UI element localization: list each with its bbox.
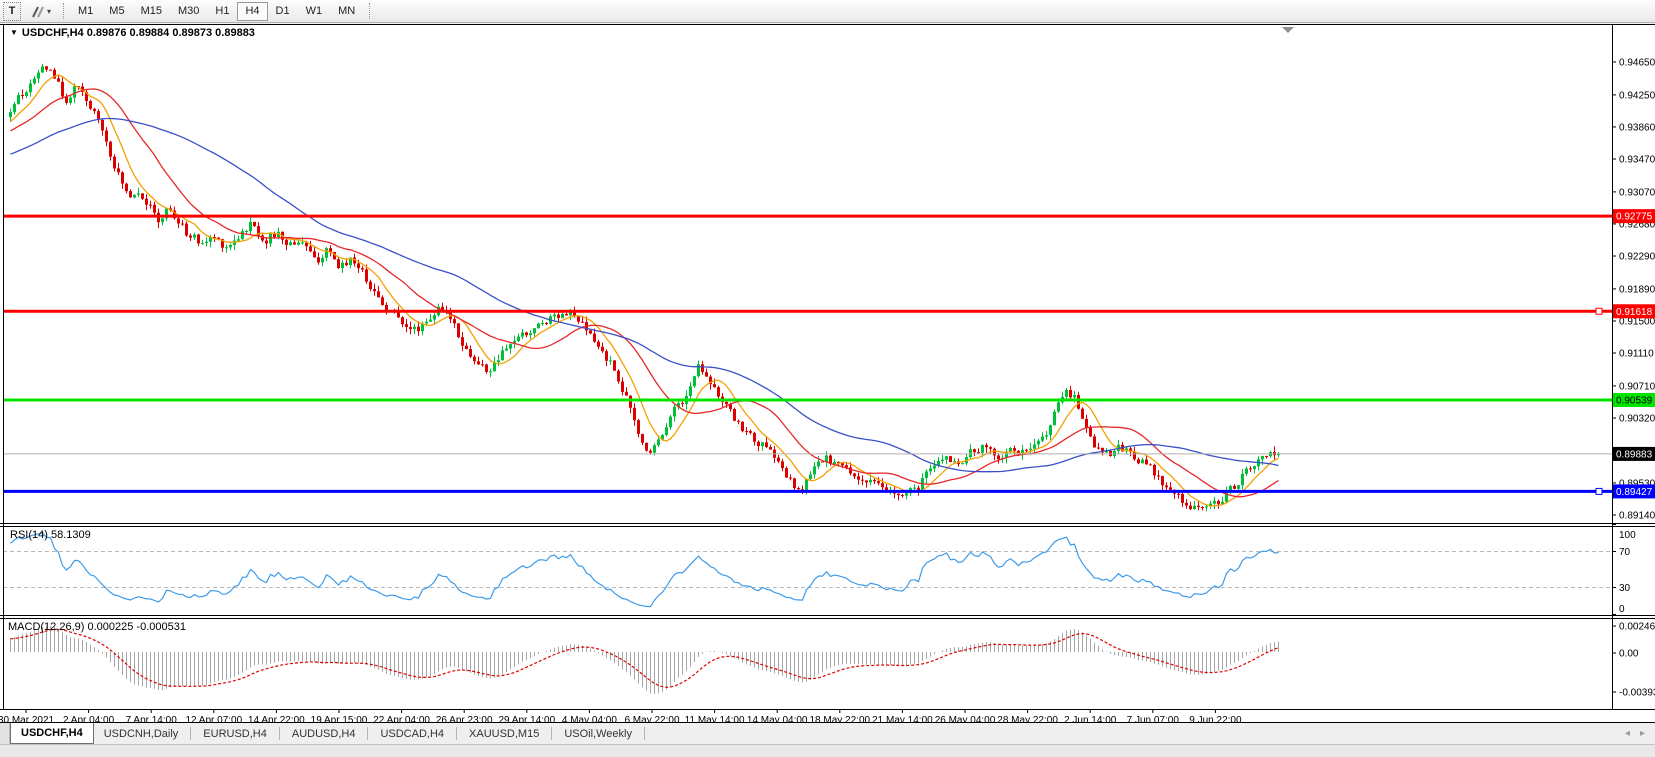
svg-text:0.90320: 0.90320 [1619,413,1655,424]
tab-usdcnh-daily[interactable]: USDCNH,Daily [94,723,189,744]
tab-xauusd-m15[interactable]: XAUUSD,M15 [459,723,549,744]
status-bar [0,744,1655,757]
svg-text:0.90710: 0.90710 [1619,381,1655,392]
tab-separator [367,727,369,740]
svg-text:0: 0 [1619,604,1625,615]
svg-text:0.92775: 0.92775 [1616,212,1653,223]
svg-text:0.89427: 0.89427 [1616,487,1653,498]
svg-text:0.89140: 0.89140 [1619,511,1655,522]
svg-text:100: 100 [1619,530,1636,541]
tab-eurusd-h4[interactable]: EURUSD,H4 [193,723,277,744]
svg-text:0.002465: 0.002465 [1619,622,1655,633]
chart-title-text: USDCHF,H4 0.89876 0.89884 0.89873 0.8988… [21,27,255,39]
tab-usdchf-h4[interactable]: USDCHF,H4 [10,723,94,744]
hline-marker [1595,307,1603,315]
svg-text:0.94250: 0.94250 [1619,90,1655,101]
svg-text:0.94650: 0.94650 [1619,57,1655,68]
svg-text:0.89883: 0.89883 [1616,449,1653,460]
tab-usoil-weekly[interactable]: USOil,Weekly [554,723,642,744]
tab-usdcad-h4[interactable]: USDCAD,H4 [370,723,454,744]
tab-separator [190,727,192,740]
svg-text:0.91618: 0.91618 [1616,307,1653,318]
hline-marker [1595,487,1603,495]
tab-audusd-h4[interactable]: AUDUSD,H4 [282,723,366,744]
tab-list-button[interactable] [0,723,10,744]
rsi-indicator-label: RSI(14) 58.1309 [10,529,91,541]
price-chart-canvas[interactable]: 0.946500.942500.938600.934700.930700.926… [0,0,1655,757]
svg-text:0.93070: 0.93070 [1619,187,1655,198]
tab-separator [551,727,553,740]
svg-text:0.00: 0.00 [1619,649,1639,660]
tab-separator [278,727,280,740]
svg-text:30: 30 [1619,583,1631,594]
chart-background [0,24,1655,722]
symbol-dropdown-icon[interactable]: ▼ [10,28,18,37]
chart-tab-bar: USDCHF,H4 USDCNH,Daily EURUSD,H4 AUDUSD,… [0,723,1655,744]
svg-text:0.90539: 0.90539 [1616,395,1653,406]
chart-title: ▼ USDCHF,H4 0.89876 0.89884 0.89873 0.898… [10,27,255,39]
tab-scroll-right-icon[interactable]: ▸ [1640,728,1645,739]
svg-text:0.91890: 0.91890 [1619,284,1655,295]
svg-text:0.91110: 0.91110 [1619,349,1654,360]
svg-text:0.93860: 0.93860 [1619,122,1655,133]
svg-text:-0.003939: -0.003939 [1619,688,1655,699]
svg-text:0.92290: 0.92290 [1619,252,1655,263]
tab-scroll-left-icon[interactable]: ◂ [1625,728,1630,739]
macd-indicator-label: MACD(12,26,9) 0.000225 -0.000531 [8,621,186,633]
svg-text:70: 70 [1619,547,1631,558]
svg-text:0.93470: 0.93470 [1619,154,1655,165]
tab-separator [643,727,645,740]
tab-separator [456,727,458,740]
